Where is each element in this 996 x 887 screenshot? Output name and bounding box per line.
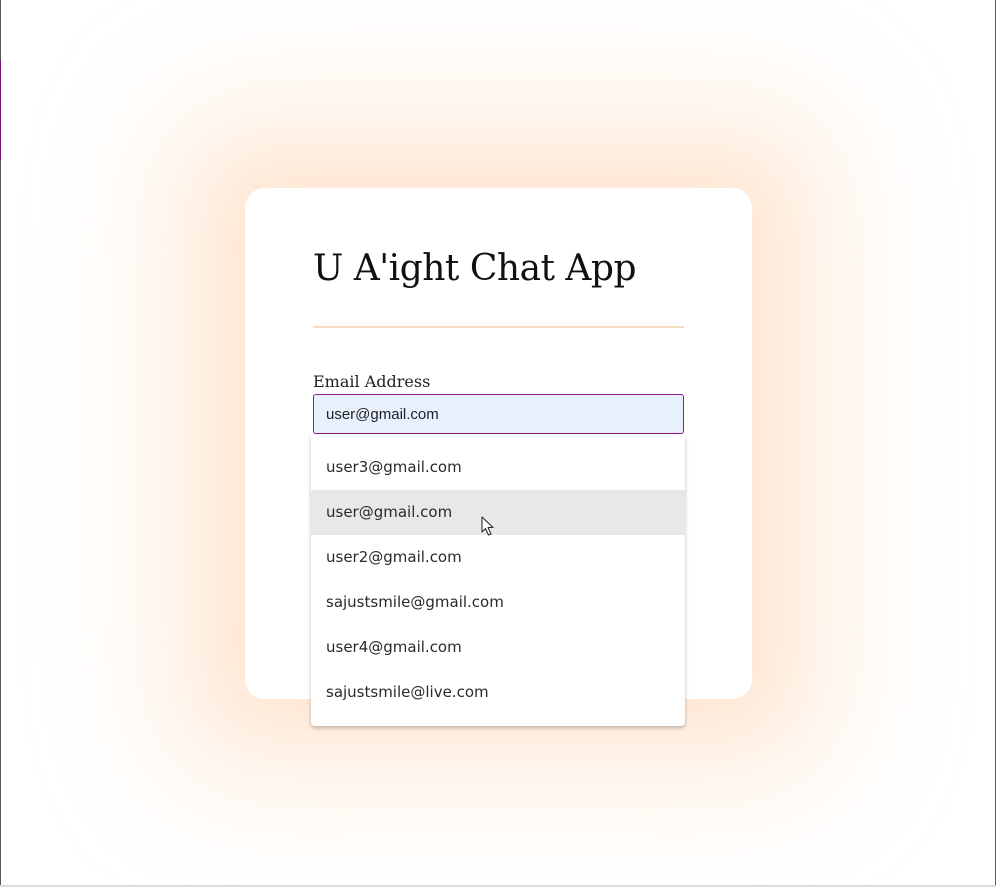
autocomplete-option[interactable]: sajustsmile@gmail.com <box>311 580 685 625</box>
autocomplete-option[interactable]: sajustsmile@live.com <box>311 670 685 715</box>
autocomplete-option[interactable]: user@gmail.com <box>311 490 685 535</box>
email-field[interactable] <box>313 394 684 434</box>
window-left-accent <box>0 60 1 160</box>
email-label: Email Address <box>313 372 431 391</box>
autocomplete-option[interactable]: user3@gmail.com <box>311 445 685 490</box>
title-divider <box>313 326 684 328</box>
app-title: U A'ight Chat App <box>313 248 637 289</box>
email-autocomplete-dropdown: user3@gmail.com user@gmail.com user2@gma… <box>311 435 685 726</box>
autocomplete-option[interactable]: user2@gmail.com <box>311 535 685 580</box>
mouse-pointer-icon <box>481 516 494 536</box>
autocomplete-option[interactable]: user4@gmail.com <box>311 625 685 670</box>
